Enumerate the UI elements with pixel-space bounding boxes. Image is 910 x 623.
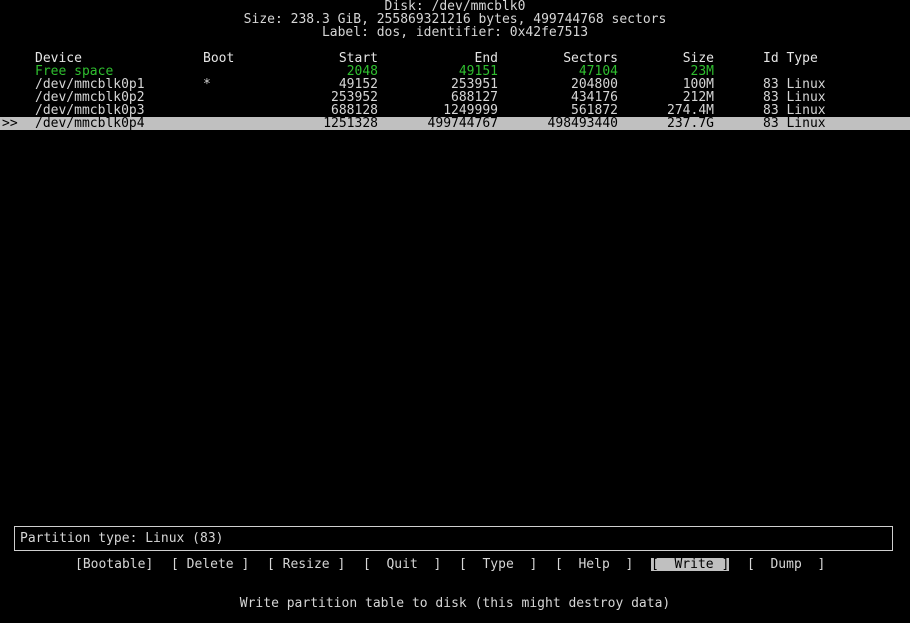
row-sectors: 498493440	[547, 116, 618, 131]
help-button[interactable]: [ Help ]	[555, 558, 633, 571]
quit-button[interactable]: [ Quit ]	[363, 558, 441, 571]
action-hint: Write partition table to disk (this migh…	[239, 596, 671, 611]
bootable-button[interactable]: [Bootable]	[75, 558, 153, 571]
row-boot: *	[203, 77, 211, 92]
row-id-type: 83 Linux	[763, 116, 826, 131]
table-header: Device Boot Start End Sectors Size Id Ty…	[0, 52, 910, 65]
column-id-type: Id Type	[763, 51, 818, 66]
type-button[interactable]: [ Type ]	[459, 558, 537, 571]
write-button[interactable]: [ Write ]	[651, 558, 730, 571]
column-boot: Boot	[203, 51, 235, 66]
partition-info-box: Partition type: Linux (83)	[14, 526, 893, 551]
dump-button[interactable]: [ Dump ]	[747, 558, 825, 571]
row-end: 499744767	[427, 116, 498, 131]
table-row-selected[interactable]: >> /dev/mmcblk0p4 1251328 499744767 4984…	[0, 117, 910, 130]
row-start: 1251328	[323, 116, 378, 131]
delete-button[interactable]: [ Delete ]	[171, 558, 249, 571]
disk-label-line: Label: dos, identifier: 0x42fe7513	[321, 25, 589, 40]
partition-type-info: Partition type: Linux (83)	[20, 531, 224, 546]
resize-button[interactable]: [ Resize ]	[267, 558, 345, 571]
row-device: /dev/mmcblk0p4	[35, 116, 145, 131]
row-size: 237.7G	[667, 116, 714, 131]
selection-marker: >>	[2, 116, 18, 131]
